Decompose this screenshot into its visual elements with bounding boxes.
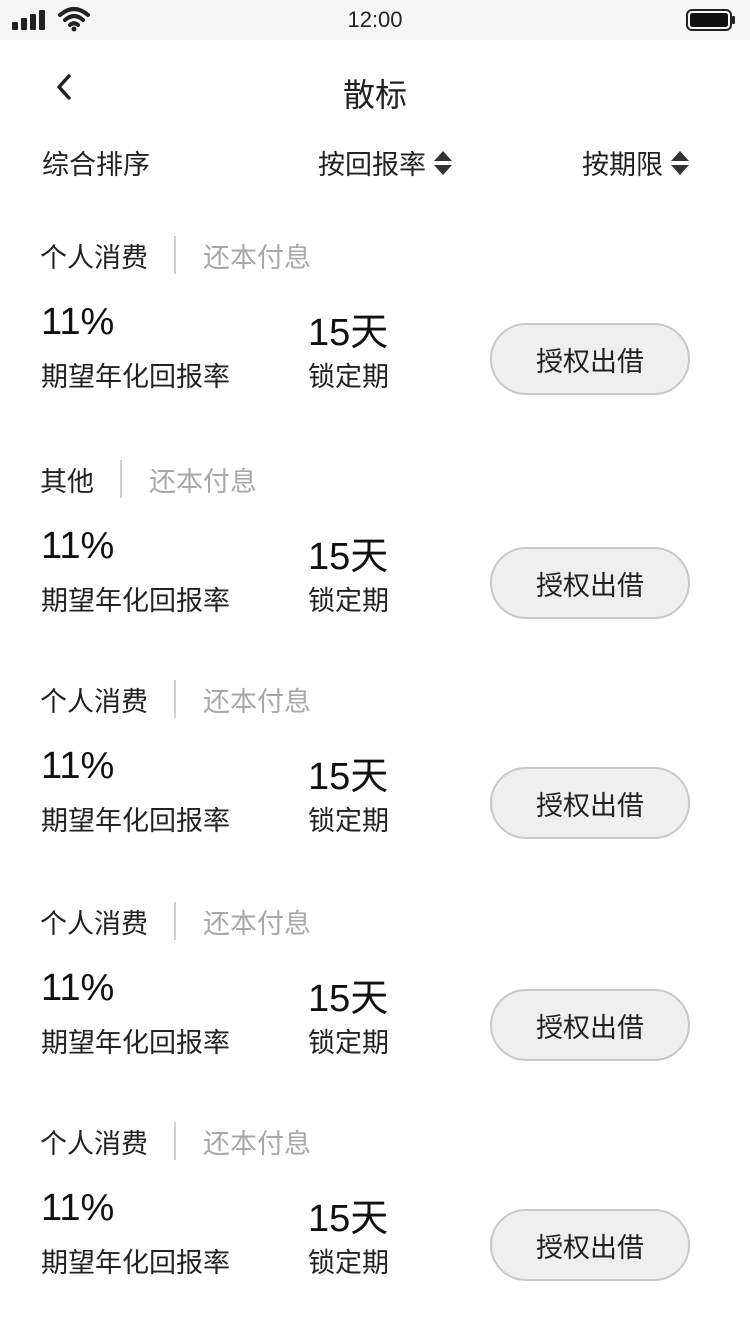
expected-rate-value: 11% — [41, 745, 115, 787]
authorize-lend-button[interactable]: 授权出借 — [490, 989, 690, 1061]
expected-rate-value: 11% — [41, 967, 115, 1009]
expected-rate-label: 期望年化回报率 — [41, 1028, 230, 1059]
sort-by-rate-label: 按回报率 — [318, 150, 426, 181]
authorize-lend-button[interactable]: 授权出借 — [490, 767, 690, 839]
lock-period-value: 15天 — [308, 1198, 389, 1240]
repayment-method: 还本付息 — [203, 908, 311, 940]
status-bar: 12:00 — [0, 0, 750, 40]
lock-period-label: 锁定期 — [308, 1248, 389, 1279]
sort-by-term[interactable]: 按期限 — [582, 143, 689, 182]
expected-rate-label: 期望年化回报率 — [41, 586, 230, 617]
repayment-method: 还本付息 — [203, 686, 311, 718]
loan-card[interactable]: 个人消费 还本付息 11% 期望年化回报率 15天 锁定期 授权出借 — [0, 679, 750, 879]
loan-card[interactable]: 个人消费 还本付息 11% 期望年化回报率 15天 锁定期 授权出借 — [0, 235, 750, 435]
loan-tags: 个人消费 还本付息 — [40, 679, 311, 719]
sort-comprehensive[interactable]: 综合排序 — [42, 143, 150, 182]
authorize-lend-button[interactable]: 授权出借 — [490, 1209, 690, 1281]
lock-period-value: 15天 — [308, 756, 389, 798]
loan-tags: 个人消费 还本付息 — [40, 901, 311, 941]
lock-period-value: 15天 — [308, 536, 389, 578]
expected-rate-value: 11% — [41, 525, 115, 567]
loan-card[interactable]: 其他 还本付息 11% 期望年化回报率 15天 锁定期 授权出借 — [0, 459, 750, 659]
lock-period-label: 锁定期 — [308, 806, 389, 837]
battery-icon — [686, 9, 735, 31]
lock-period-value: 15天 — [308, 978, 389, 1020]
loan-card[interactable]: 个人消费 还本付息 11% 期望年化回报率 15天 锁定期 授权出借 — [0, 1121, 750, 1321]
lock-period-label: 锁定期 — [308, 1028, 389, 1059]
lock-period-label: 锁定期 — [308, 586, 389, 617]
expected-rate-label: 期望年化回报率 — [41, 362, 230, 393]
divider — [174, 1122, 176, 1160]
navigation-bar: 散标 — [0, 40, 750, 140]
loan-type: 个人消费 — [40, 908, 148, 940]
repayment-method: 还本付息 — [149, 466, 257, 498]
divider — [174, 902, 176, 940]
sort-arrows-icon — [671, 150, 689, 175]
sort-comprehensive-label: 综合排序 — [42, 150, 150, 181]
divider — [174, 236, 176, 274]
loan-tags: 个人消费 还本付息 — [40, 1121, 311, 1161]
expected-rate-label: 期望年化回报率 — [41, 1248, 230, 1279]
page-title: 散标 — [342, 76, 407, 114]
sort-bar: 综合排序 按回报率 按期限 — [0, 140, 750, 184]
loan-type: 其他 — [40, 466, 94, 498]
lock-period-label: 锁定期 — [308, 362, 389, 393]
loan-card[interactable]: 个人消费 还本付息 11% 期望年化回报率 15天 锁定期 授权出借 — [0, 901, 750, 1101]
repayment-method: 还本付息 — [203, 242, 311, 274]
loan-type: 个人消费 — [40, 686, 148, 718]
sort-by-term-label: 按期限 — [582, 150, 663, 181]
loan-type: 个人消费 — [40, 1128, 148, 1160]
expected-rate-value: 11% — [41, 301, 115, 343]
loan-tags: 其他 还本付息 — [40, 459, 257, 499]
loan-tags: 个人消费 还本付息 — [40, 235, 311, 275]
lock-period-value: 15天 — [308, 312, 389, 354]
divider — [120, 460, 122, 498]
authorize-lend-button[interactable]: 授权出借 — [490, 547, 690, 619]
sort-by-rate[interactable]: 按回报率 — [318, 143, 452, 182]
divider — [174, 680, 176, 718]
expected-rate-label: 期望年化回报率 — [41, 806, 230, 837]
sort-arrows-icon — [434, 150, 452, 175]
repayment-method: 还本付息 — [203, 1128, 311, 1160]
expected-rate-value: 11% — [41, 1187, 115, 1229]
authorize-lend-button[interactable]: 授权出借 — [490, 323, 690, 395]
status-time: 12:00 — [347, 7, 403, 32]
loan-type: 个人消费 — [40, 242, 148, 274]
